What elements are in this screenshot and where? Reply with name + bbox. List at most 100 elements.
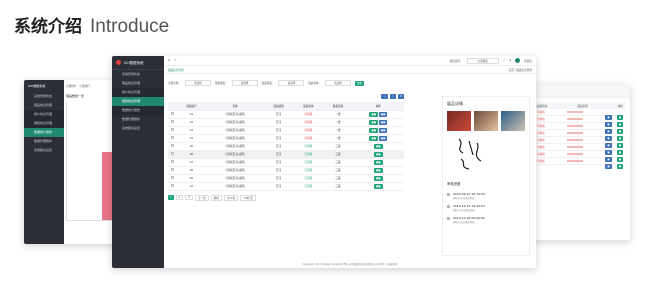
table-cell: 待审核: [293, 134, 324, 143]
left-tab-0[interactable]: 分类排行: [66, 84, 76, 88]
settings-icon[interactable]: ⚙: [397, 94, 404, 99]
table-cell: 瓦当: [263, 182, 294, 191]
user-name[interactable]: 管理员: [524, 59, 532, 63]
table-row[interactable]: 01 鸟兽纹瓦当(战国) 瓦当 待审核 一级 ■■ ■■: [168, 110, 404, 119]
review-button[interactable]: ■■: [378, 119, 388, 125]
table-cell: 瓦当: [263, 166, 294, 175]
venue-select[interactable]: 全部展馆: [466, 57, 499, 64]
menu-icon[interactable]: ☰: [168, 59, 170, 62]
review-button[interactable]: ■■: [378, 111, 388, 117]
row-checkbox[interactable]: [170, 112, 174, 115]
view-button[interactable]: ■■: [374, 183, 383, 189]
column-header-3: 展品类别: [263, 102, 294, 111]
timeline: 2020-04-10 16:10:09 审核人员已提交审核 2019-12-19 1…: [443, 192, 529, 224]
fullscreen-icon[interactable]: ⤢: [503, 59, 505, 62]
row-checkbox[interactable]: [170, 120, 174, 123]
edit-button[interactable]: ■■: [369, 111, 378, 117]
filter-select-3[interactable]: 请选择: [325, 80, 351, 86]
pager-size[interactable]: 10条/页: [240, 194, 256, 201]
filter-select-1[interactable]: 请选择: [231, 80, 258, 86]
search-button[interactable]: 搜索: [355, 80, 364, 86]
avatar[interactable]: [515, 58, 521, 63]
page-title: 系统介绍: [14, 17, 82, 37]
table-cell: 鸟兽纹瓦当(战国): [206, 158, 264, 167]
page-2-button[interactable]: 2: [175, 195, 184, 200]
review-button[interactable]: ■■: [378, 127, 388, 133]
row-checkbox[interactable]: [170, 152, 174, 155]
row-checkbox[interactable]: [170, 168, 174, 171]
main-item-6[interactable]: 系统相关设置: [112, 124, 164, 133]
edit-button[interactable]: ■■: [369, 127, 378, 133]
main-item-1[interactable]: 展品信息管理: [112, 79, 164, 88]
row-checkbox[interactable]: [170, 176, 174, 179]
right-status: 待审核: [537, 146, 545, 149]
timeline-desc: 审核人员已提交审核: [453, 197, 475, 200]
view-button[interactable]: ■■: [374, 175, 383, 181]
right-edit-button[interactable]: ■: [605, 163, 612, 169]
review-button[interactable]: ■■: [378, 135, 388, 141]
table-row[interactable]: 06 鸟兽纹瓦当(战国) 瓦当 已审核 三级 ■■: [168, 150, 404, 159]
table-cell: 07: [176, 158, 207, 167]
table-cell: 鸟兽纹瓦当(战国): [206, 118, 264, 127]
timeline-item: 2020-04-10 16:10:09 审核人员已提交审核: [447, 192, 525, 200]
page-3-button[interactable]: 3: [185, 195, 193, 200]
export-icon[interactable]: ⇩: [389, 94, 396, 99]
refresh-icon[interactable]: ↻: [174, 59, 176, 62]
breadcrumb: 首页 / 展品信息管理: [508, 68, 532, 72]
left-window: ICH数据系统 系统登录状态 展品信息管理 用户信息管理 展馆信息管理 数据统计报告 数据…: [24, 80, 120, 244]
table-cell: 已审核: [293, 158, 324, 167]
left-item-2[interactable]: 用户信息管理: [24, 110, 64, 119]
row-checkbox[interactable]: [170, 136, 174, 139]
main-item-5[interactable]: 数据管理维护: [112, 115, 164, 124]
table-row[interactable]: 08 鸟兽纹瓦当(战国) 瓦当 已审核 三级 ■■: [168, 166, 404, 175]
row-checkbox[interactable]: [170, 160, 174, 163]
main-app-name: ICH数据系统: [124, 61, 144, 65]
table-cell: 瓦当: [263, 150, 294, 159]
tab-current-page[interactable]: 展品信息管理: [168, 68, 184, 72]
row-checkbox[interactable]: [170, 128, 174, 131]
left-item-0[interactable]: 系统登录状态: [24, 92, 64, 101]
main-item-3[interactable]: 展馆信息管理: [112, 97, 164, 106]
page-1-button[interactable]: 1: [168, 195, 174, 200]
edit-button[interactable]: ■■: [369, 135, 378, 141]
table-row[interactable]: 02 鸟兽纹瓦当(战国) 瓦当 待审核 一级 ■■ ■■: [168, 118, 404, 127]
left-tab-1[interactable]: 分类排行: [79, 84, 89, 88]
right-name-placeholder: [567, 118, 584, 120]
table-row[interactable]: 04 鸟兽纹瓦当(战国) 瓦当 待审核 一级 ■■ ■■: [168, 134, 404, 143]
view-button[interactable]: ■■: [374, 143, 383, 149]
add-icon[interactable]: ＋: [381, 94, 388, 99]
left-item-6[interactable]: 系统相关设置: [24, 146, 64, 155]
filter-label-1: 所属展馆：: [214, 82, 228, 85]
right-row[interactable]: 待审核 ■ ■: [535, 158, 625, 169]
view-button[interactable]: ■■: [374, 151, 383, 157]
filter-select-0[interactable]: 请选择: [184, 80, 211, 86]
left-item-5[interactable]: 数据管理维护: [24, 137, 64, 146]
table-row[interactable]: 05 鸟兽纹瓦当(战国) 瓦当 已审核 三级 ■■: [168, 142, 404, 151]
right-name-placeholder: [567, 132, 584, 134]
table-row[interactable]: 09 鸟兽纹瓦当(战国) 瓦当 已审核 三级 ■■: [168, 174, 404, 183]
pager-next[interactable]: 下一页: [194, 194, 209, 201]
column-header-0: [168, 102, 177, 111]
column-header-2: 名称: [206, 102, 264, 111]
table-row[interactable]: 03 鸟兽纹瓦当(战国) 瓦当 待审核 一级 ■■ ■■: [168, 126, 404, 135]
row-checkbox[interactable]: [170, 144, 174, 147]
main-item-2[interactable]: 用户信息管理: [112, 88, 164, 97]
view-button[interactable]: ■■: [374, 167, 383, 173]
left-item-4[interactable]: 数据统计报告: [24, 128, 64, 137]
table-row[interactable]: 10 鸟兽纹瓦当(战国) 瓦当 已审核 三级 ■■: [168, 182, 404, 191]
left-item-1[interactable]: 展品信息管理: [24, 101, 64, 110]
bell-icon[interactable]: ◔: [509, 59, 511, 62]
table-row[interactable]: 07 鸟兽纹瓦当(战国) 瓦当 已审核 三级 ■■: [168, 158, 404, 167]
main-item-0[interactable]: 系统登录状态: [112, 70, 164, 79]
edit-button[interactable]: ■■: [369, 119, 378, 125]
row-checkbox[interactable]: [170, 184, 174, 187]
table-cell: 瓦当: [263, 110, 294, 119]
right-status: 待审核: [537, 125, 545, 128]
filter-select-2[interactable]: 请选择: [278, 80, 305, 86]
right-view-button[interactable]: ■: [616, 163, 623, 169]
main-item-4[interactable]: 数据统计报告: [112, 106, 164, 115]
left-item-3[interactable]: 展馆信息管理: [24, 119, 64, 128]
pager-jump[interactable]: 跳转: [210, 194, 222, 201]
exhibit-table: 展品编号 名称 展品类别 展品状态 展品等级 操作 01 鸟兽纹瓦当(战国) 瓦当 待审核 一级 ■…: [168, 102, 404, 191]
view-button[interactable]: ■■: [374, 159, 383, 165]
